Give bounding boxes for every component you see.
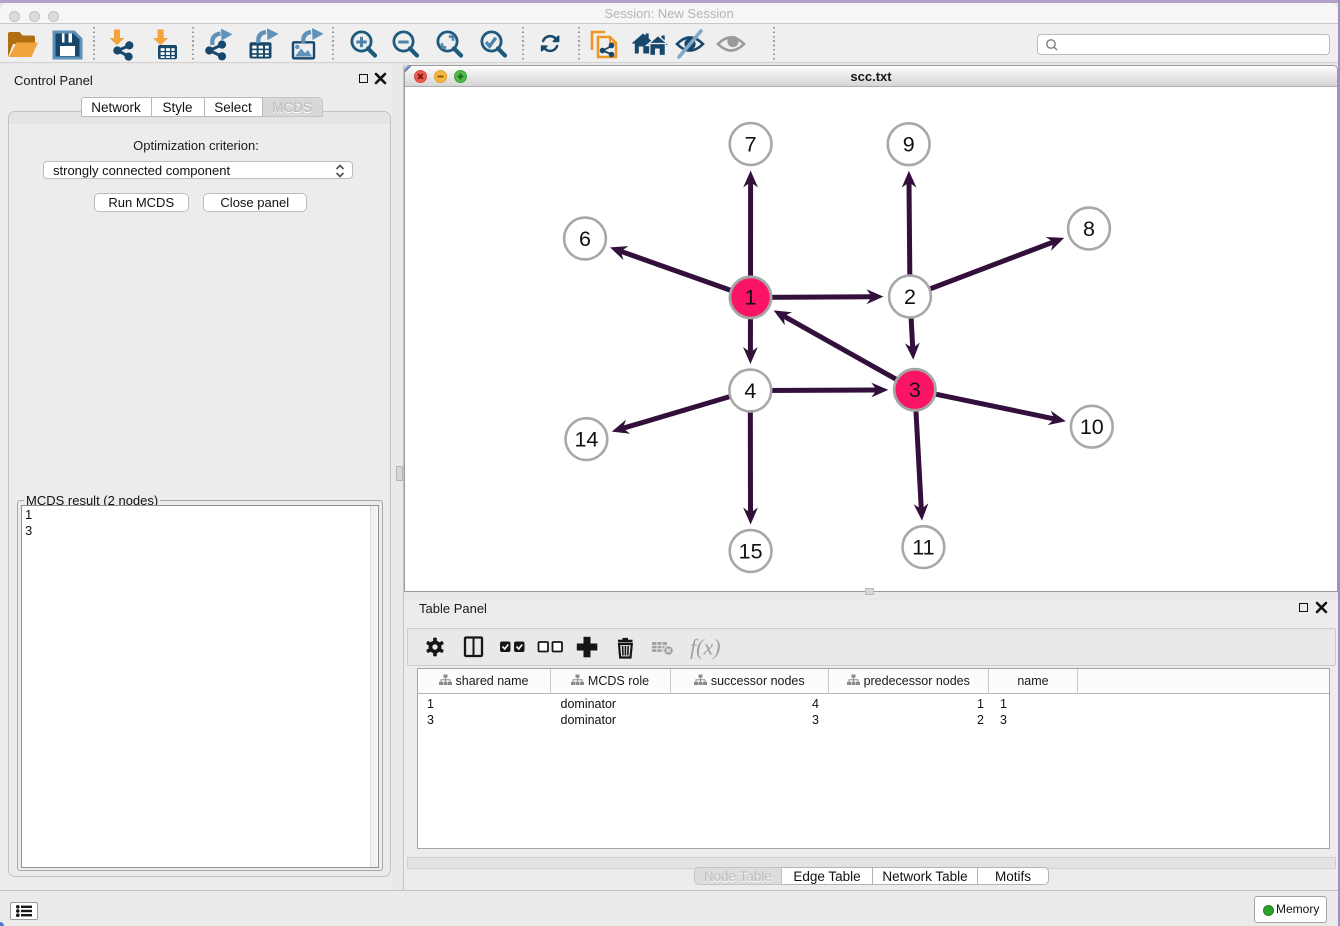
svg-text:15: 15 (739, 539, 763, 563)
svg-text:9: 9 (903, 133, 915, 157)
svg-text:3: 3 (909, 378, 921, 402)
svg-text:1: 1 (745, 286, 757, 310)
svg-text:4: 4 (744, 379, 756, 403)
svg-text:6: 6 (579, 227, 591, 251)
svg-text:14: 14 (574, 427, 598, 451)
svg-text:11: 11 (912, 535, 934, 559)
svg-text:2: 2 (904, 285, 916, 309)
svg-text:7: 7 (745, 132, 757, 156)
svg-text:f(x): f(x) (690, 635, 721, 660)
svg-text:10: 10 (1080, 415, 1104, 439)
svg-text:8: 8 (1083, 217, 1095, 241)
